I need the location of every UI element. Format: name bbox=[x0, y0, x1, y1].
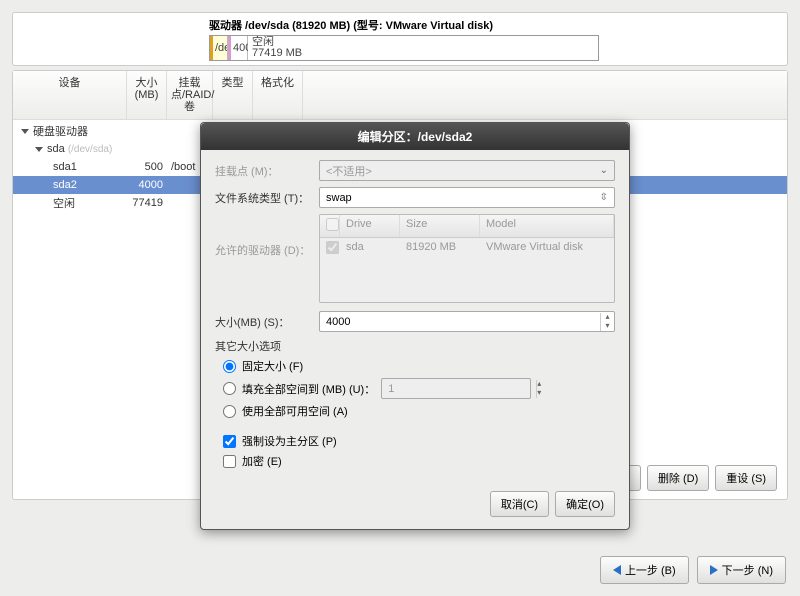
radio-fixed-input[interactable] bbox=[223, 360, 236, 373]
drive-all-checkbox bbox=[326, 218, 339, 231]
arrow-right-icon bbox=[710, 565, 718, 575]
radio-useall-input[interactable] bbox=[223, 405, 236, 418]
chevron-down-icon: ⌄ bbox=[600, 165, 608, 176]
updown-icon: ⇳ bbox=[600, 192, 608, 203]
th-device[interactable]: 设备 bbox=[13, 71, 127, 119]
th-mount[interactable]: 挂载点/RAID/卷 bbox=[167, 71, 213, 119]
radio-useall[interactable]: 使用全部可用空间 (A) bbox=[223, 403, 615, 419]
arrow-left-icon bbox=[613, 565, 621, 575]
encrypt-checkbox[interactable] bbox=[223, 455, 236, 468]
ok-button[interactable]: 确定(O) bbox=[555, 491, 615, 517]
reset-button[interactable]: 重设 (S) bbox=[715, 465, 777, 491]
fs-label: 文件系统类型 (T)： bbox=[215, 190, 319, 206]
table-header: 设备 大小(MB) 挂载点/RAID/卷 类型 格式化 bbox=[13, 71, 787, 120]
usage-seg-free: 空闲77419 MB bbox=[248, 36, 598, 60]
dialog-title: 编辑分区：/dev/sda2 bbox=[201, 123, 629, 150]
usage-seg-swap: 400 bbox=[228, 36, 248, 60]
back-button[interactable]: 上一步 (B) bbox=[600, 556, 689, 584]
driver-usage-bar: /dev 400 空闲77419 MB bbox=[209, 35, 599, 61]
check-primary[interactable]: 强制设为主分区 (P) bbox=[223, 433, 615, 449]
driver-summary: 驱动器 /dev/sda (81920 MB) (型号: VMware Virt… bbox=[12, 12, 788, 66]
other-size-label: 其它大小选项 bbox=[215, 338, 615, 354]
th-format[interactable]: 格式化 bbox=[253, 71, 303, 119]
size-spinner[interactable]: ▴▾ bbox=[319, 311, 615, 332]
spin-down-icon[interactable]: ▾ bbox=[601, 322, 614, 331]
mount-label: 挂载点 (M)： bbox=[215, 163, 319, 179]
cancel-button[interactable]: 取消(C) bbox=[490, 491, 549, 517]
expand-icon[interactable] bbox=[35, 147, 43, 152]
mount-combo: <不适用>⌄ bbox=[319, 160, 615, 181]
radio-fillto-input[interactable] bbox=[223, 382, 236, 395]
usage-seg-boot: /dev bbox=[210, 36, 228, 60]
fillto-spinner: ▴▾ bbox=[381, 378, 531, 399]
radio-fixed[interactable]: 固定大小 (F) bbox=[223, 358, 615, 374]
th-size[interactable]: 大小(MB) bbox=[127, 71, 167, 119]
radio-fillto-label: 填充全部空间到 (MB) (U)： bbox=[242, 381, 375, 397]
driver-label: 驱动器 /dev/sda (81920 MB) (型号: VMware Virt… bbox=[19, 17, 781, 33]
fs-combo[interactable]: swap⇳ bbox=[319, 187, 615, 208]
check-encrypt[interactable]: 加密 (E) bbox=[223, 453, 615, 469]
fillto-input bbox=[382, 383, 536, 395]
drive-checkbox bbox=[326, 241, 339, 254]
size-label: 大小(MB) (S)： bbox=[215, 314, 319, 330]
next-button[interactable]: 下一步 (N) bbox=[697, 556, 786, 584]
th-type[interactable]: 类型 bbox=[213, 71, 253, 119]
wizard-nav: 上一步 (B) 下一步 (N) bbox=[600, 556, 786, 584]
delete-button[interactable]: 删除 (D) bbox=[647, 465, 709, 491]
drive-label: 允许的驱动器 (D)： bbox=[215, 214, 319, 258]
primary-checkbox[interactable] bbox=[223, 435, 236, 448]
edit-partition-dialog: 编辑分区：/dev/sda2 挂载点 (M)： <不适用>⌄ 文件系统类型 (T… bbox=[200, 122, 630, 530]
size-input[interactable] bbox=[320, 316, 600, 328]
drive-row: sda 81920 MB VMware Virtual disk bbox=[320, 238, 614, 260]
expand-icon[interactable] bbox=[21, 129, 29, 134]
drive-list: Drive Size Model sda 81920 MB VMware Vir… bbox=[319, 214, 615, 303]
